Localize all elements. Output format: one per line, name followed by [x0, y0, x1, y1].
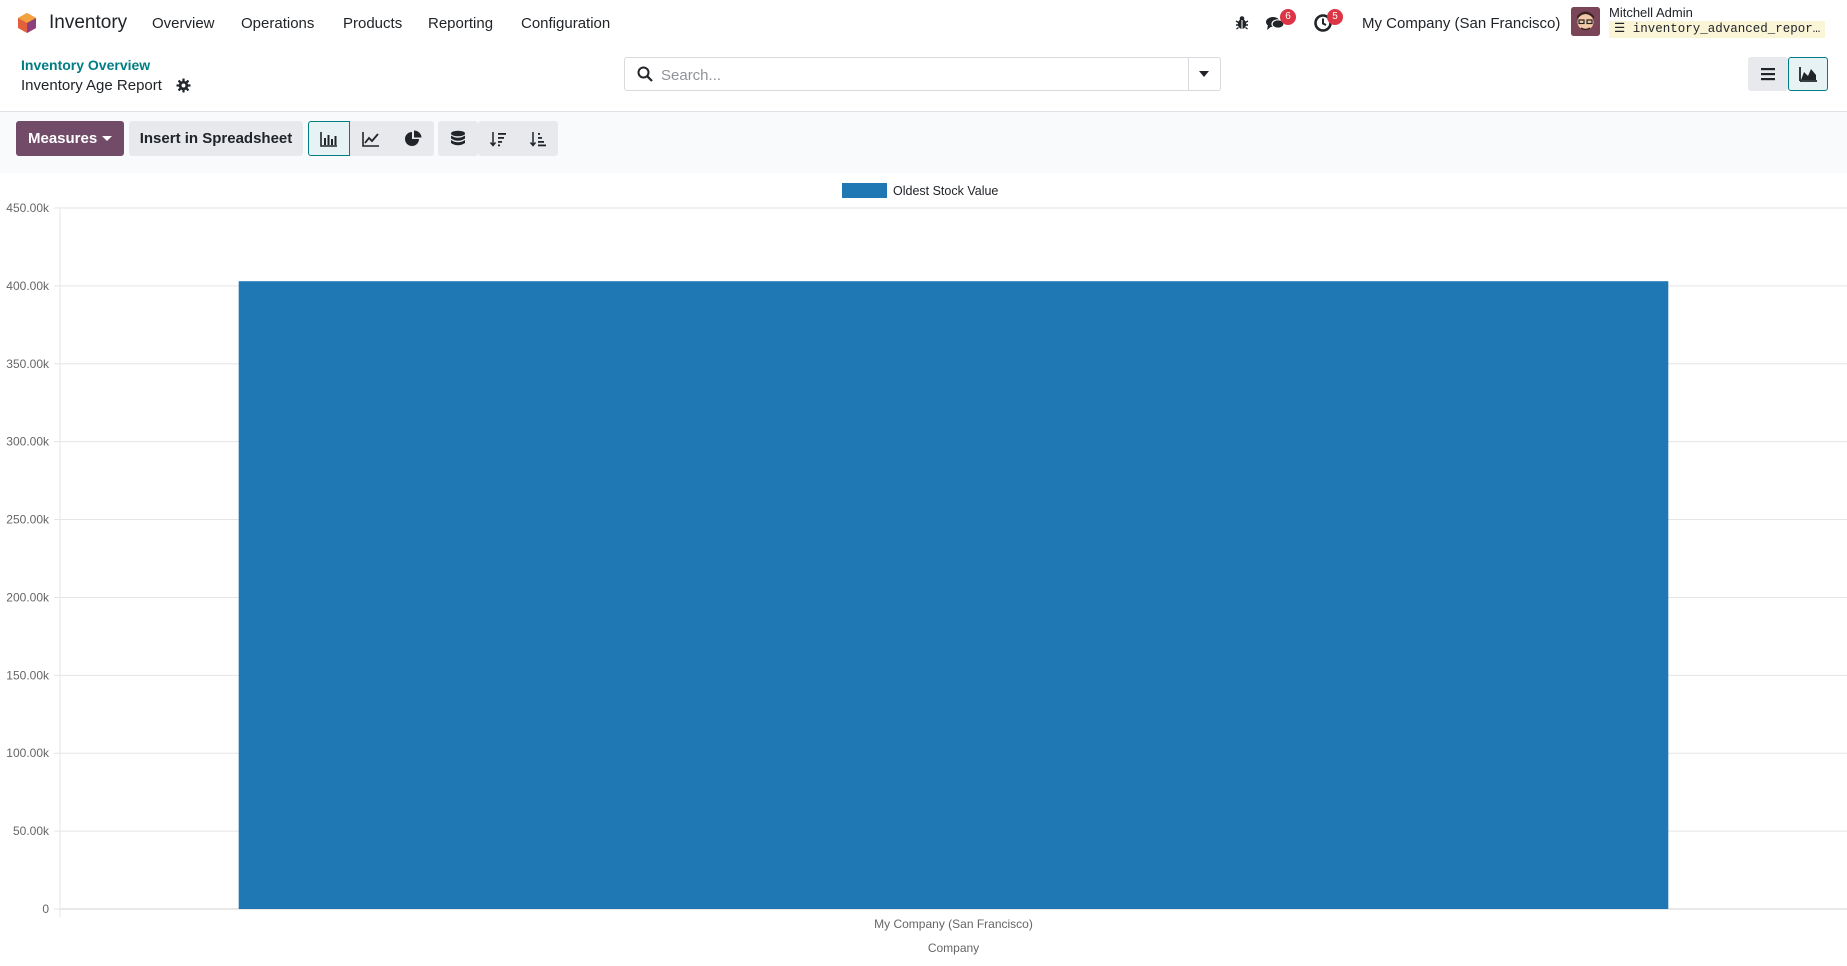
menu-operations[interactable]: Operations	[241, 15, 314, 32]
page-title: Inventory Age Report	[21, 77, 162, 94]
y-tick-label: 400.00k	[6, 279, 50, 293]
bar-chart-icon	[320, 131, 337, 147]
caret-down-icon	[102, 136, 112, 141]
database-name: inventory_advanced_repor…	[1632, 22, 1821, 36]
avatar[interactable]	[1571, 7, 1600, 36]
y-tick-label: 350.00k	[6, 357, 50, 371]
legend-swatch	[842, 183, 887, 198]
menu-products[interactable]: Products	[343, 15, 402, 32]
sort-ascending-button[interactable]	[518, 121, 558, 156]
activities-count-badge: 5	[1327, 9, 1343, 25]
bar-chart-button[interactable]	[308, 121, 350, 156]
x-axis-title: Company	[928, 941, 979, 955]
messages-count-badge: 6	[1280, 9, 1296, 25]
y-tick-label: 300.00k	[6, 435, 50, 449]
sort-ascending-icon	[529, 131, 546, 147]
y-tick-label: 0	[42, 902, 49, 916]
search-input[interactable]	[659, 64, 1183, 86]
menu-reporting[interactable]: Reporting	[428, 15, 493, 32]
caret-down-icon	[1199, 71, 1209, 77]
x-tick-label: My Company (San Francisco)	[874, 917, 1033, 931]
graph-view-button[interactable]	[1788, 57, 1828, 91]
menu-overview[interactable]: Overview	[152, 15, 215, 32]
gear-icon[interactable]	[176, 78, 191, 93]
bar-chart: 0 50.00k 100.00k 150.00k 200.00k 250.00k 300.0…	[6, 183, 1847, 955]
menu-configuration[interactable]: Configuration	[521, 15, 610, 32]
list-icon	[1761, 68, 1775, 81]
pie-chart-icon	[405, 129, 422, 146]
sort-descending-icon	[489, 131, 506, 147]
company-switcher[interactable]: My Company (San Francisco)	[1362, 15, 1560, 32]
bar	[238, 281, 1669, 909]
y-tick-label: 450.00k	[6, 201, 50, 215]
pie-chart-button[interactable]	[392, 121, 434, 156]
stacked-icon	[451, 130, 465, 145]
bug-icon[interactable]	[1232, 13, 1252, 33]
search-options-toggle[interactable]	[1189, 57, 1221, 91]
app-name[interactable]: Inventory	[49, 12, 127, 34]
insert-in-spreadsheet-button[interactable]: Insert in Spreadsheet	[129, 121, 303, 156]
y-tick-label: 50.00k	[13, 824, 50, 838]
measures-label: Measures	[28, 130, 98, 147]
search-bar	[624, 57, 1189, 91]
user-avatar-icon	[1571, 7, 1600, 36]
area-chart-icon	[1799, 67, 1817, 82]
y-tick-label: 100.00k	[6, 746, 50, 760]
database-badge: ☰ inventory_advanced_repor…	[1609, 21, 1826, 38]
search-icon	[637, 66, 653, 82]
breadcrumb[interactable]: Inventory Overview	[21, 57, 150, 73]
line-chart-button[interactable]	[350, 121, 392, 156]
inventory-app-icon[interactable]	[17, 13, 37, 33]
y-tick-label: 200.00k	[6, 590, 50, 604]
user-name[interactable]: Mitchell Admin	[1609, 5, 1693, 20]
sort-descending-button[interactable]	[478, 121, 518, 156]
y-tick-label: 250.00k	[6, 513, 50, 527]
list-view-button[interactable]	[1748, 57, 1788, 91]
stacked-toggle-button[interactable]	[438, 121, 478, 156]
y-tick-label: 150.00k	[6, 668, 50, 682]
top-navbar: Inventory Overview Operations Products R…	[0, 0, 1847, 46]
line-chart-icon	[362, 131, 379, 147]
database-icon: ☰	[1614, 22, 1626, 36]
legend-label: Oldest Stock Value	[893, 184, 998, 198]
measures-button[interactable]: Measures	[16, 121, 124, 156]
